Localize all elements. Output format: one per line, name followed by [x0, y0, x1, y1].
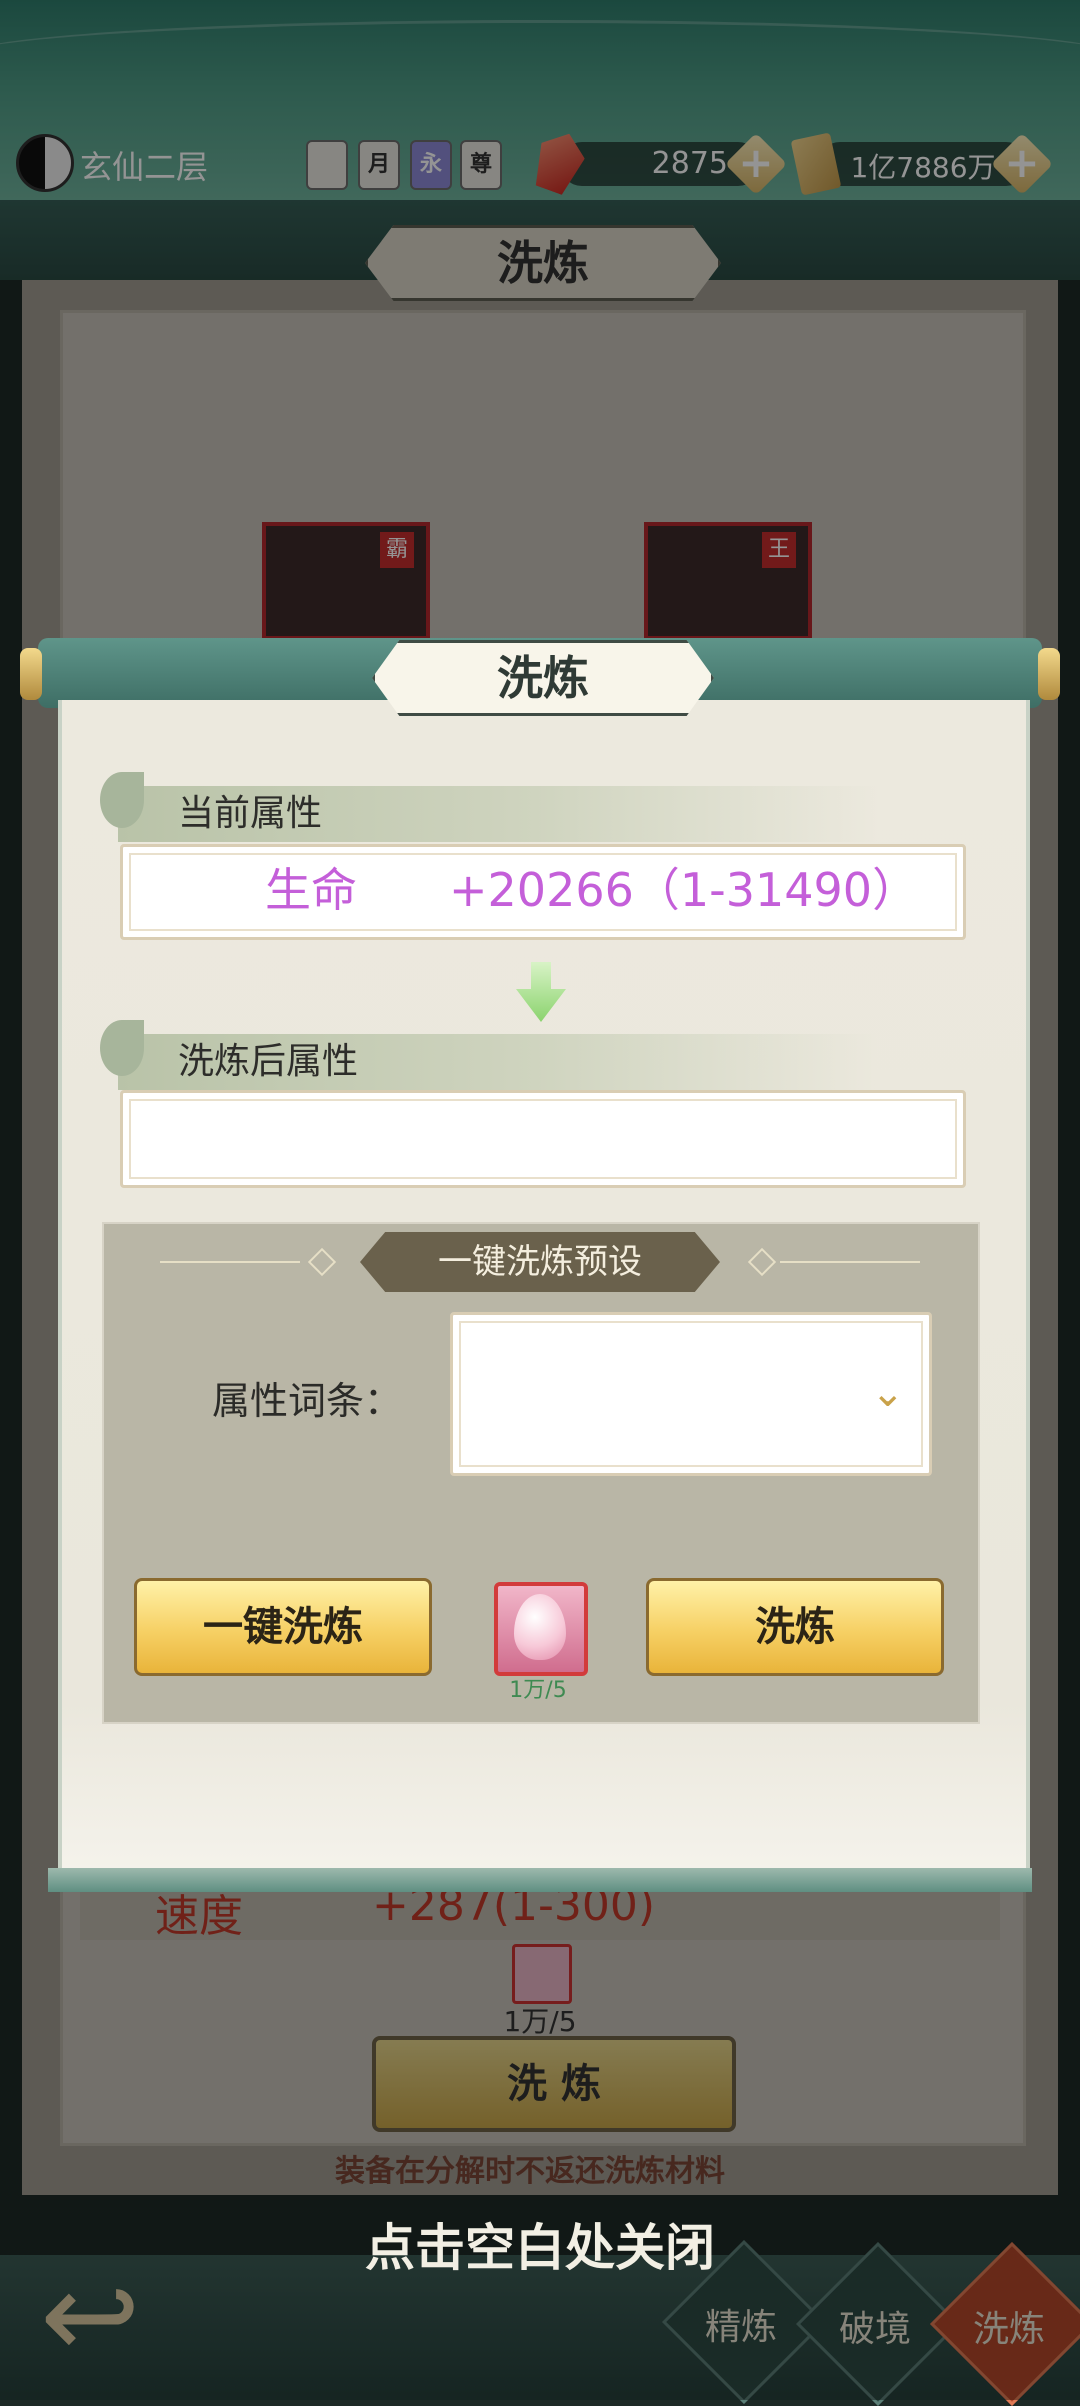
after-section-label: 洗炼后属性 — [178, 1041, 359, 1082]
current-stat-box: 生命 +20266（1-31490） — [120, 844, 966, 940]
refine-button[interactable]: 洗炼 — [646, 1578, 944, 1676]
close-hint[interactable]: 点击空白处关闭 — [0, 2208, 1080, 2280]
material-cost: 1万/5 — [509, 1678, 567, 1703]
current-section-label: 当前属性 — [178, 793, 323, 834]
refine-material-egg-icon[interactable] — [494, 1582, 588, 1676]
after-stat-box — [120, 1090, 966, 1188]
one-click-refine-button[interactable]: 一键洗炼 — [134, 1578, 432, 1676]
current-stat-value: +20266（1-31490） — [449, 863, 919, 917]
preset-title: 一键洗炼预设 — [360, 1232, 720, 1292]
dialog-title: 洗炼 — [372, 640, 714, 716]
current-stat-name: 生命 — [265, 863, 357, 917]
flame-ornament-icon — [100, 1020, 144, 1076]
attr-label: 属性词条： — [212, 1379, 403, 1423]
attr-select[interactable]: ⌄ — [450, 1312, 932, 1476]
chevron-down-icon: ⌄ — [871, 1370, 905, 1416]
flame-ornament-icon — [100, 772, 144, 828]
